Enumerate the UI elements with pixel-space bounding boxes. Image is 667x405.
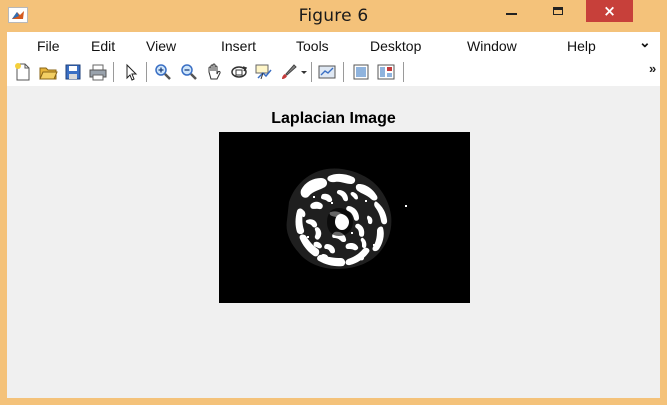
maximize-icon [553, 7, 563, 15]
figure-toolbar: » [7, 58, 660, 87]
axes-title: Laplacian Image [271, 110, 396, 127]
menu-edit[interactable]: Edit [91, 38, 115, 54]
new-figure-icon[interactable] [13, 62, 33, 82]
save-icon[interactable] [63, 62, 83, 82]
link-plot-icon[interactable] [317, 62, 337, 82]
title-bar[interactable]: Figure 6 × [0, 0, 667, 32]
rotate-3d-icon[interactable] [229, 62, 249, 82]
menu-overflow-icon[interactable]: ⌄ [639, 34, 651, 51]
minimize-button[interactable] [493, 0, 529, 22]
maximize-button[interactable] [540, 0, 576, 22]
toolbar-overflow-icon[interactable]: » [649, 61, 656, 76]
minimize-icon [505, 13, 517, 15]
dropdown-arrow-icon[interactable] [299, 62, 309, 82]
open-file-icon[interactable] [38, 62, 58, 82]
brush-icon[interactable] [279, 62, 299, 82]
toolbar-separator [146, 62, 147, 82]
toolbar-separator [311, 62, 312, 82]
menu-view[interactable]: View [146, 38, 176, 54]
toolbar-separator [403, 62, 404, 82]
toolbar-separator [343, 62, 344, 82]
show-plot-tools-icon[interactable] [376, 62, 396, 82]
menu-tools[interactable]: Tools [296, 38, 329, 54]
data-cursor-icon[interactable] [254, 62, 274, 82]
menu-window[interactable]: Window [467, 38, 517, 54]
close-button[interactable]: × [586, 0, 633, 22]
pointer-icon[interactable] [121, 62, 141, 82]
print-icon[interactable] [88, 62, 108, 82]
zoom-out-icon[interactable] [179, 62, 199, 82]
menu-bar: File Edit View Insert Tools Desktop Wind… [7, 32, 660, 58]
menu-insert[interactable]: Insert [221, 38, 256, 54]
menu-help[interactable]: Help [567, 38, 596, 54]
menu-file[interactable]: File [37, 38, 60, 54]
close-icon: × [603, 2, 616, 20]
laplacian-image[interactable] [219, 132, 470, 303]
zoom-in-icon[interactable] [153, 62, 173, 82]
brain-edge-image [219, 132, 470, 303]
pan-icon[interactable] [204, 62, 224, 82]
menu-desktop[interactable]: Desktop [370, 38, 421, 54]
toolbar-separator [113, 62, 114, 82]
hide-plot-tools-icon[interactable] [351, 62, 371, 82]
